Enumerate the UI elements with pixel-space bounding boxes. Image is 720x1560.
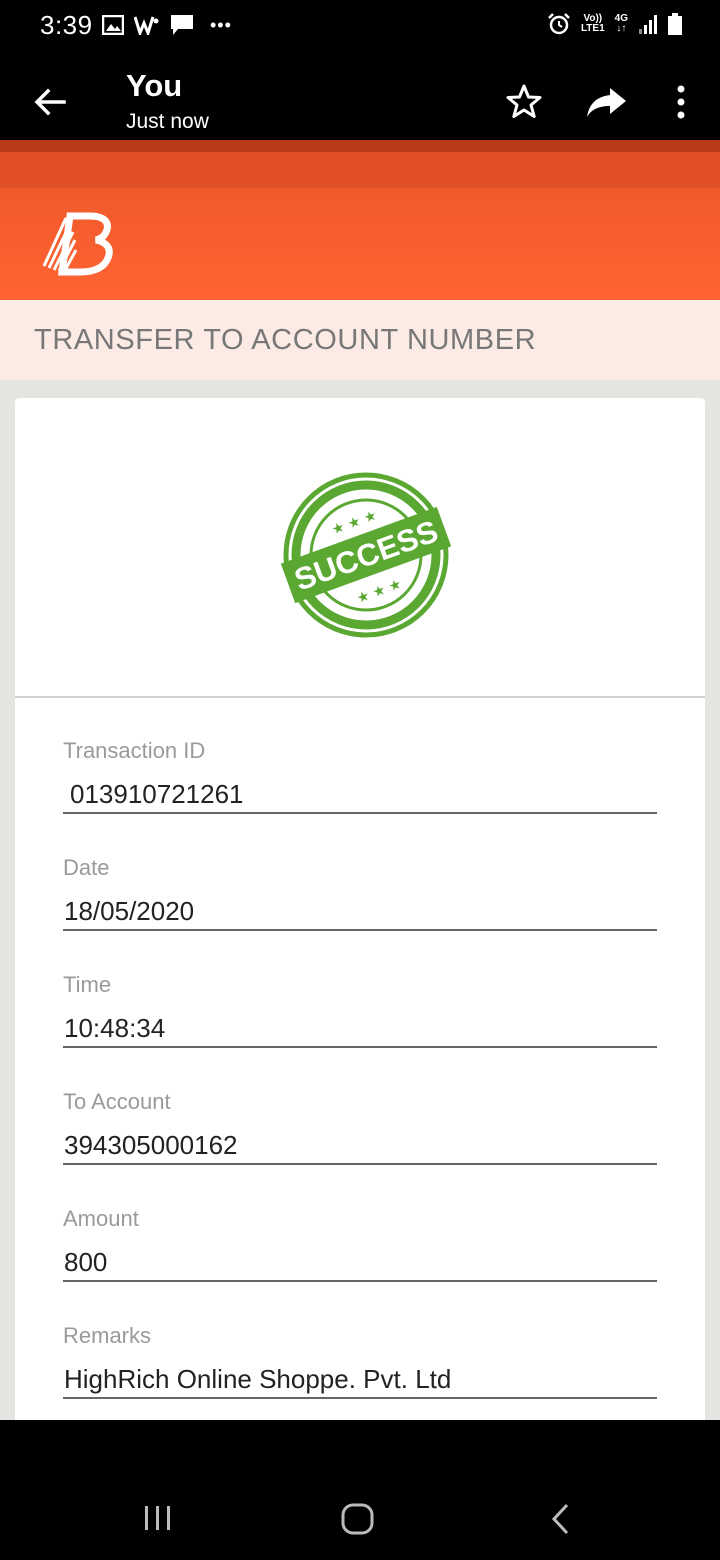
page-heading-bar: TRANSFER TO ACCOUNT NUMBER: [0, 300, 720, 380]
signal-icon: [639, 15, 657, 34]
field-value: HighRich Online Shoppe. Pvt. Ltd: [63, 1359, 657, 1399]
field-value: 800: [63, 1242, 657, 1282]
recent-apps-icon[interactable]: [142, 1504, 174, 1532]
system-icons: Vo)) LTE1 4G ↓↑: [547, 12, 682, 36]
brand-stripe: [0, 152, 720, 188]
field-label: Time: [63, 972, 112, 997]
remarks-field: Remarks HighRich Online Shoppe. Pvt. Ltd: [63, 1323, 657, 1399]
stamp-area: SUCCESS ★ ★ ★ ★ ★ ★: [15, 398, 705, 698]
status-bar: 3:39 ••• Vo)) LTE1 4G ↓↑: [0, 0, 720, 56]
more-vert-icon[interactable]: [668, 82, 694, 122]
message-icon: [171, 15, 193, 35]
notification-icons: •••: [102, 14, 232, 36]
field-value: 013910721261: [63, 774, 657, 814]
app-bar: You Just now: [0, 56, 720, 140]
data-arrows-icon: ↓↑: [616, 23, 627, 34]
receipt-card: SUCCESS ★ ★ ★ ★ ★ ★ Transaction ID 01391…: [15, 398, 705, 1420]
back-arrow-icon[interactable]: [30, 82, 70, 122]
more-notifications: •••: [210, 14, 232, 35]
network-indicator: 4G ↓↑: [615, 14, 628, 34]
page-title: You: [126, 68, 183, 103]
field-label: To Account: [63, 1089, 171, 1114]
date-field: Date 18/05/2020: [63, 855, 657, 931]
volte-bottom: LTE1: [580, 23, 605, 34]
field-label: Amount: [63, 1206, 139, 1231]
page-heading: TRANSFER TO ACCOUNT NUMBER: [34, 324, 537, 356]
battery-icon: [668, 13, 682, 35]
image-content: TRANSFER TO ACCOUNT NUMBER SUCCESS ★ ★ ★…: [0, 140, 720, 1420]
star-icon[interactable]: [504, 82, 544, 122]
field-label: Transaction ID: [63, 738, 206, 763]
success-stamp-icon: SUCCESS ★ ★ ★ ★ ★ ★: [281, 472, 451, 638]
w-app-icon: [134, 16, 159, 35]
to-account-field: To Account 394305000162: [63, 1089, 657, 1165]
field-value: 10:48:34: [63, 1008, 657, 1048]
field-value: 394305000162: [63, 1125, 657, 1165]
amount-field: Amount 800: [63, 1206, 657, 1282]
bank-header: [0, 188, 720, 300]
volte-indicator: Vo)) LTE1: [581, 14, 605, 34]
image-icon: [102, 15, 124, 35]
alarm-icon: [548, 13, 570, 35]
brand-stripe: [0, 140, 720, 152]
transaction-id-field: Transaction ID 013910721261: [63, 738, 657, 814]
bank-logo-icon: [42, 212, 113, 276]
home-icon[interactable]: [340, 1502, 376, 1536]
navigation-bar: [0, 1420, 720, 1560]
field-label: Date: [63, 855, 110, 880]
time-field: Time 10:48:34: [63, 972, 657, 1048]
share-icon[interactable]: [584, 82, 630, 122]
field-value: 18/05/2020: [63, 891, 657, 931]
back-icon[interactable]: [548, 1502, 572, 1536]
page-subtitle: Just now: [126, 110, 209, 133]
field-label: Remarks: [63, 1323, 152, 1348]
status-time: 3:39: [40, 10, 93, 40]
